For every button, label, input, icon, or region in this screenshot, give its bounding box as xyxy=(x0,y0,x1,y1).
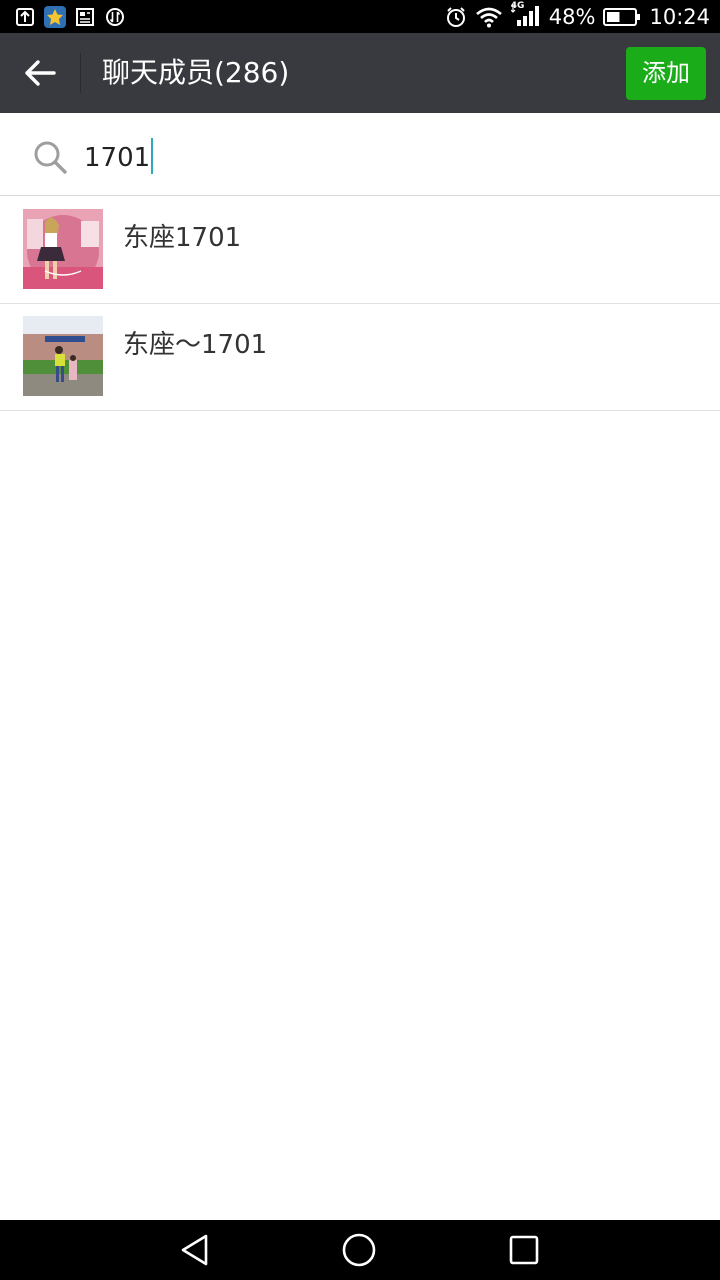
battery-fill xyxy=(607,11,620,22)
wifi-icon xyxy=(475,6,503,28)
clock: 10:24 xyxy=(649,4,710,29)
battery-icon xyxy=(603,7,641,27)
sync-notification-icon xyxy=(104,6,126,28)
search-bar[interactable]: 1701 xyxy=(0,113,720,196)
add-member-button[interactable]: 添加 xyxy=(626,47,706,100)
member-result-list: 东座1701 东座～1701 xyxy=(0,197,720,411)
list-item[interactable]: 东座1701 xyxy=(0,197,720,304)
nav-recents-button[interactable] xyxy=(504,1232,544,1268)
nav-home-button[interactable] xyxy=(339,1232,379,1268)
avatar xyxy=(23,316,103,396)
recents-square-icon xyxy=(509,1235,539,1265)
status-bar: 4G 48% 10:24 xyxy=(0,0,720,33)
home-circle-icon xyxy=(342,1233,376,1267)
battery-percent: 48% xyxy=(548,4,596,29)
cellular-signal: 4G xyxy=(510,0,541,33)
title-divider xyxy=(80,53,81,93)
member-name: 东座～1701 xyxy=(123,330,268,360)
list-item[interactable]: 东座～1701 xyxy=(0,304,720,411)
avatar xyxy=(23,209,103,289)
back-arrow-icon xyxy=(25,60,56,86)
text-caret xyxy=(151,138,154,174)
news-notification-icon xyxy=(74,6,96,28)
back-button[interactable] xyxy=(0,33,80,113)
nav-back-button[interactable] xyxy=(174,1232,214,1268)
search-input-text: 1701 xyxy=(84,143,151,173)
navigation-bar xyxy=(0,1220,720,1280)
back-triangle-icon xyxy=(181,1234,208,1266)
app-notification-icon xyxy=(44,6,66,28)
upload-notification-icon xyxy=(14,6,36,28)
signal-bars-icon xyxy=(510,4,539,26)
notification-icons xyxy=(14,5,126,29)
title-bar: 聊天成员(286) 添加 xyxy=(0,33,720,113)
search-icon xyxy=(34,141,67,174)
system-status: 4G 48% 10:24 xyxy=(445,0,710,33)
member-name: 东座1701 xyxy=(123,223,242,253)
search-input[interactable]: 1701 xyxy=(84,113,154,196)
alarm-icon xyxy=(445,6,467,28)
page-title: 聊天成员(286) xyxy=(102,56,290,89)
